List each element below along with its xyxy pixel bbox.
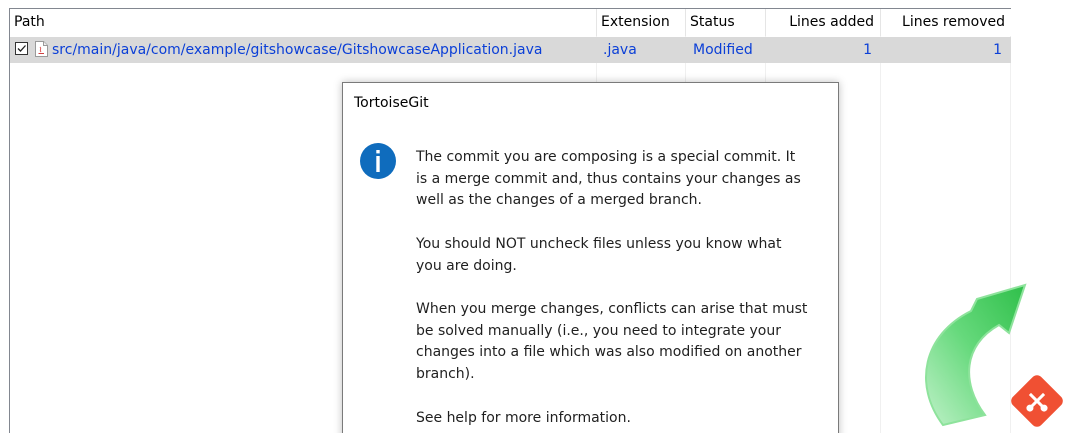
- message-line: is a merge commit and, thus contains you…: [416, 170, 801, 187]
- message-paragraph: See help for more information.: [416, 408, 826, 430]
- message-line: branch).: [416, 365, 475, 382]
- message-line: The commit you are composing is a specia…: [416, 149, 796, 165]
- file-path[interactable]: src/main/java/com/example/gitshowcase/Gi…: [52, 37, 542, 63]
- column-header-lines-removed[interactable]: Lines removed: [881, 9, 1011, 36]
- file-status: Modified: [693, 42, 753, 58]
- message-paragraph: You should NOT uncheck files unless you …: [416, 234, 826, 277]
- message-paragraph: When you merge changes, conflicts can ar…: [416, 299, 826, 385]
- checkmark-icon: [17, 45, 26, 52]
- grid-line: [880, 36, 881, 433]
- column-header-lines-added[interactable]: Lines added: [766, 9, 880, 36]
- message-line: You should NOT uncheck files unless you …: [416, 236, 782, 252]
- file-lines-removed: 1: [993, 42, 1002, 58]
- tortoisegit-logo: [905, 255, 1080, 433]
- message-line: be solved manually (i.e., you need to in…: [416, 322, 781, 339]
- message-paragraph: The commit you are composing is a specia…: [416, 147, 826, 212]
- table-row[interactable]: src/main/java/com/example/gitshowcase/Gi…: [10, 37, 1011, 63]
- file-extension: .java: [603, 42, 637, 58]
- column-header-extension[interactable]: Extension: [597, 9, 685, 36]
- message-line: well as the changes of a merged branch.: [416, 192, 702, 208]
- message-line: changes into a file which was also modif…: [416, 344, 802, 360]
- java-file-icon: [35, 41, 48, 57]
- message-line: See help for more information.: [416, 410, 631, 426]
- commit-window: Path Extension Status Lines added Lines …: [0, 0, 1080, 433]
- info-icon: [360, 143, 396, 179]
- file-lines-added: 1: [863, 42, 872, 58]
- message-line: you are doing.: [416, 257, 517, 274]
- tortoisegit-info-dialog: TortoiseGit The commit you are composing…: [342, 82, 839, 433]
- column-header-status[interactable]: Status: [686, 9, 765, 36]
- file-checkbox[interactable]: [15, 42, 28, 55]
- column-header-path[interactable]: Path: [10, 9, 596, 36]
- message-line: When you merge changes, conflicts can ar…: [416, 301, 808, 317]
- dialog-title: TortoiseGit: [354, 95, 429, 111]
